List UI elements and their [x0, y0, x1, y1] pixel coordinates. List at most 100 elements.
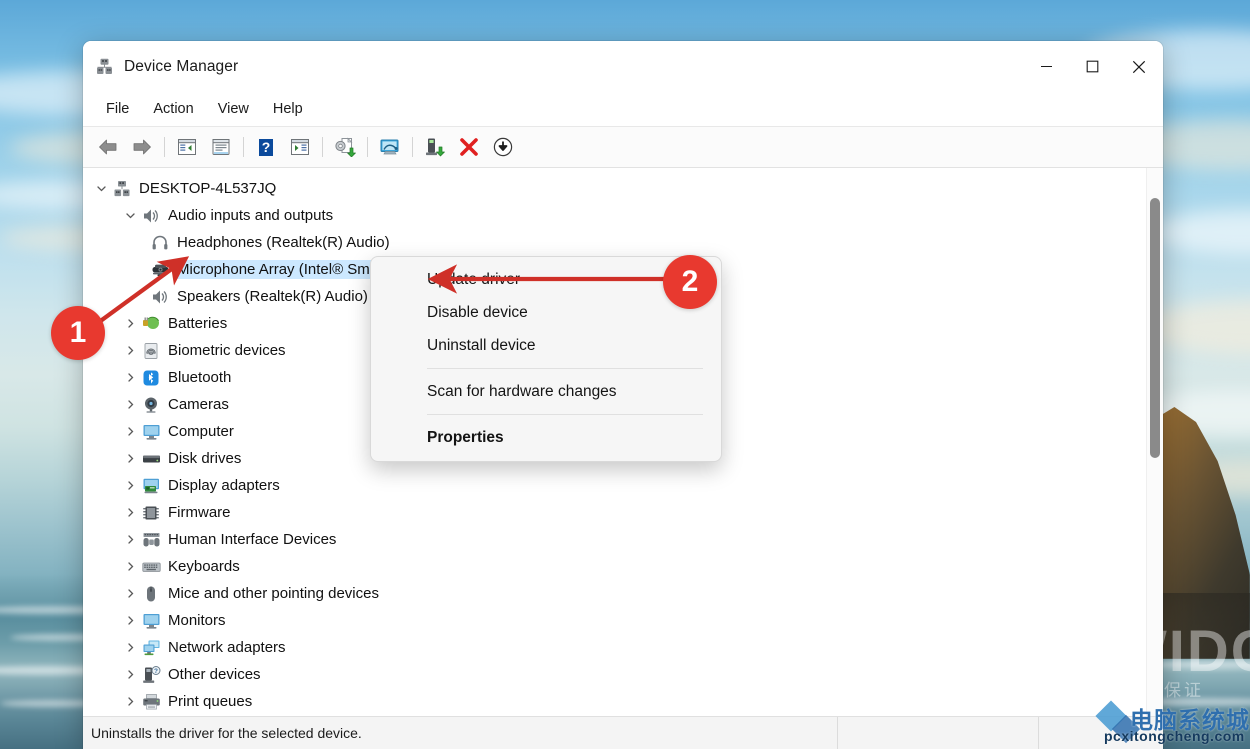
- maximize-icon[interactable]: [1069, 41, 1115, 92]
- chevron-right-icon[interactable]: [120, 480, 140, 491]
- menu-view[interactable]: View: [206, 97, 261, 121]
- network-adapter-icon: [140, 638, 162, 658]
- chevron-right-icon[interactable]: [120, 642, 140, 653]
- chevron-right-icon[interactable]: [120, 588, 140, 599]
- microphone-array-icon: [149, 260, 171, 280]
- tree-item-other-devices[interactable]: ? Other devices: [83, 661, 1146, 688]
- disable-device-menu-item[interactable]: Disable device: [371, 296, 721, 329]
- tree-item-label: Speakers (Realtek(R) Audio): [177, 288, 368, 305]
- chevron-right-icon[interactable]: [120, 399, 140, 410]
- toolbar-separator: [164, 137, 165, 157]
- camera-icon: [140, 395, 162, 415]
- toolbar-separator: [412, 137, 413, 157]
- chevron-right-icon[interactable]: [120, 507, 140, 518]
- status-cell-2: [837, 717, 1038, 749]
- chevron-down-icon[interactable]: [120, 210, 140, 221]
- tree-item-desktop-root[interactable]: DESKTOP-4L537JQ: [83, 175, 1146, 202]
- tree-item-display-adapters[interactable]: Display adapters: [83, 472, 1146, 499]
- tree-item-label: Firmware: [168, 504, 231, 521]
- device-manager-icon: [96, 58, 113, 75]
- printer-icon: [140, 692, 162, 712]
- tree-item-label: Other devices: [168, 666, 261, 683]
- close-icon[interactable]: [1115, 41, 1163, 92]
- fingerprint-icon: [140, 341, 162, 361]
- show-hide-console-tree-icon[interactable]: [171, 132, 203, 162]
- show-hide-action-pane-icon[interactable]: [284, 132, 316, 162]
- tree-item-label: Cameras: [168, 396, 229, 413]
- minimize-icon[interactable]: [1023, 41, 1069, 92]
- tree-item-label: Headphones (Realtek(R) Audio): [177, 234, 390, 251]
- chevron-right-icon[interactable]: [120, 372, 140, 383]
- menu-help[interactable]: Help: [261, 97, 315, 121]
- tree-item-firmware[interactable]: Firmware: [83, 499, 1146, 526]
- tree-item-keyboards[interactable]: Keyboards: [83, 553, 1146, 580]
- properties-icon[interactable]: [205, 132, 237, 162]
- tree-item-label: Network adapters: [168, 639, 286, 656]
- menu-separator: [427, 368, 703, 369]
- tree-item-print-queues[interactable]: Print queues: [83, 688, 1146, 715]
- computer-root-icon: [111, 179, 133, 199]
- mouse-icon: [140, 584, 162, 604]
- firmware-chip-icon: [140, 503, 162, 523]
- disable-device-icon[interactable]: [487, 132, 519, 162]
- bluetooth-icon: [140, 368, 162, 388]
- toolbar-separator: [243, 137, 244, 157]
- vertical-scrollbar[interactable]: [1146, 168, 1163, 716]
- menubar: File Action View Help: [83, 92, 1163, 127]
- toolbar-separator: [367, 137, 368, 157]
- chevron-right-icon[interactable]: [120, 696, 140, 707]
- speaker-icon: [140, 206, 162, 226]
- disk-drive-icon: [140, 449, 162, 469]
- chevron-right-icon[interactable]: [120, 615, 140, 626]
- tree-item-label: Human Interface Devices: [168, 531, 337, 548]
- tree-item-mice-and-other-pointing-devices[interactable]: Mice and other pointing devices: [83, 580, 1146, 607]
- tree-item-label: Mice and other pointing devices: [168, 585, 379, 602]
- tree-item-human-interface-devices[interactable]: Human Interface Devices: [83, 526, 1146, 553]
- tree-item-label: Display adapters: [168, 477, 280, 494]
- menu-action[interactable]: Action: [141, 97, 205, 121]
- chevron-right-icon[interactable]: [120, 669, 140, 680]
- toolbar-separator: [322, 137, 323, 157]
- enable-device-icon[interactable]: [419, 132, 451, 162]
- scan-for-hardware-changes-icon[interactable]: [374, 132, 406, 162]
- chevron-right-icon[interactable]: [120, 318, 140, 329]
- status-cell-3: [1038, 717, 1163, 749]
- tree-item-label: Batteries: [168, 315, 228, 332]
- battery-icon: [140, 314, 162, 334]
- uninstall-device-icon[interactable]: [453, 132, 485, 162]
- properties-menu-item[interactable]: Properties: [371, 421, 721, 454]
- tree-item-label: Computer: [168, 423, 234, 440]
- tree-item-label: Disk drives: [168, 450, 242, 467]
- help-icon[interactable]: ?: [250, 132, 282, 162]
- tree-item-label: Biometric devices: [168, 342, 286, 359]
- annotation-badge-2: 2: [663, 255, 717, 309]
- tree-item-label: Keyboards: [168, 558, 240, 575]
- tree-item-headphones[interactable]: Headphones (Realtek(R) Audio): [83, 229, 1146, 256]
- tree-item-audio-inputs-and-outputs[interactable]: Audio inputs and outputs: [83, 202, 1146, 229]
- tree-item-network-adapters[interactable]: Network adapters: [83, 634, 1146, 661]
- chevron-right-icon[interactable]: [120, 534, 140, 545]
- other-device-icon: ?: [140, 665, 162, 685]
- svg-text:?: ?: [262, 139, 271, 155]
- chevron-right-icon[interactable]: [120, 453, 140, 464]
- statusbar: Uninstalls the driver for the selected d…: [83, 716, 1163, 749]
- headphones-icon: [149, 233, 171, 253]
- chevron-right-icon[interactable]: [120, 426, 140, 437]
- keyboard-icon: [140, 557, 162, 577]
- tree-item-label: Bluetooth: [168, 369, 232, 386]
- chevron-down-icon[interactable]: [91, 183, 111, 194]
- chevron-right-icon[interactable]: [120, 345, 140, 356]
- back-icon[interactable]: [92, 132, 124, 162]
- forward-icon[interactable]: [126, 132, 158, 162]
- uninstall-device-menu-item[interactable]: Uninstall device: [371, 329, 721, 362]
- tree-item-label: Monitors: [168, 612, 226, 629]
- tree-item-monitors[interactable]: Monitors: [83, 607, 1146, 634]
- chevron-right-icon[interactable]: [120, 561, 140, 572]
- scan-for-hardware-changes-menu-item[interactable]: Scan for hardware changes: [371, 375, 721, 408]
- update-driver-icon[interactable]: [329, 132, 361, 162]
- display-adapter-icon: [140, 476, 162, 496]
- menu-file[interactable]: File: [94, 97, 141, 121]
- scrollbar-thumb[interactable]: [1150, 198, 1160, 458]
- svg-text:?: ?: [154, 668, 158, 675]
- toolbar: ?: [83, 127, 1163, 168]
